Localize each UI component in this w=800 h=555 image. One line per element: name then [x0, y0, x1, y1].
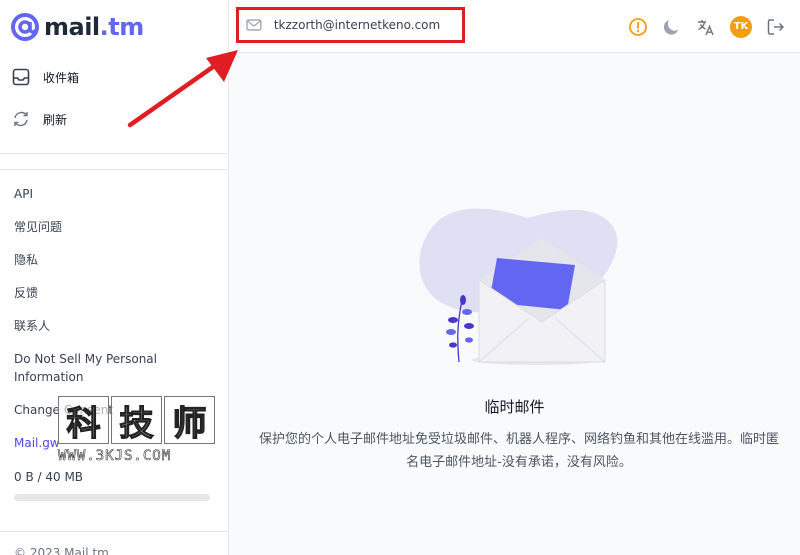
- logo[interactable]: mail.tm: [10, 10, 144, 44]
- sidebar-divider: [0, 153, 229, 154]
- logout-icon: [767, 18, 785, 35]
- empty-state-description: 保护您的个人电子邮件地址免受垃圾邮件、机器人程序、网络钓鱼和其他在线滥用。临时匿…: [259, 432, 780, 470]
- link-do-not-sell[interactable]: Do Not Sell My Personal Information: [14, 350, 214, 386]
- refresh-icon: [14, 111, 28, 127]
- alert-icon: [629, 17, 647, 36]
- link-mail-gw[interactable]: Mail.gw: [14, 434, 60, 452]
- link-api[interactable]: API: [14, 185, 33, 203]
- logout-button[interactable]: [766, 17, 786, 37]
- storage-progress-bar: [14, 494, 210, 501]
- watermark: 科 技 师 WWW.3KJS.COM: [58, 396, 218, 468]
- email-address-field[interactable]: [273, 18, 462, 32]
- sidebar-item-inbox[interactable]: 收件箱: [12, 66, 79, 88]
- logo-text: mail.tm: [44, 13, 144, 41]
- watermark-char: 技: [111, 396, 162, 444]
- link-privacy[interactable]: 隐私: [14, 251, 38, 269]
- main-content: 临时邮件 保护您的个人电子邮件地址免受垃圾邮件、机器人程序、网络钓鱼和其他在线滥…: [229, 53, 800, 555]
- copyright: © 2023 Mail.tm: [14, 546, 109, 555]
- at-sign-icon: [11, 13, 39, 41]
- alert-button[interactable]: [628, 17, 648, 37]
- moon-icon: [663, 19, 679, 35]
- storage-usage-text: 0 B / 40 MB: [14, 470, 84, 484]
- theme-toggle-button[interactable]: [662, 17, 682, 37]
- empty-state-title: 临时邮件: [484, 398, 545, 416]
- empty-inbox-illustration: [419, 208, 618, 365]
- watermark-char: 师: [164, 396, 215, 444]
- link-faq[interactable]: 常见问题: [14, 218, 62, 236]
- language-button[interactable]: [696, 17, 716, 37]
- mail-icon: [246, 19, 262, 31]
- email-address-box[interactable]: [236, 7, 465, 43]
- link-feedback[interactable]: 反馈: [14, 284, 38, 302]
- logo-tld: .tm: [99, 13, 145, 41]
- sidebar-item-inbox-label: 收件箱: [43, 70, 80, 85]
- header-actions: TK: [628, 0, 800, 53]
- sidebar-item-refresh[interactable]: 刷新: [12, 108, 67, 130]
- sidebar-divider: [0, 169, 229, 170]
- link-contact[interactable]: 联系人: [14, 317, 50, 335]
- watermark-url: WWW.3KJS.COM: [58, 448, 172, 465]
- inbox-icon: [12, 68, 30, 86]
- logo-name: mail: [44, 13, 100, 41]
- sidebar-item-refresh-label: 刷新: [43, 112, 68, 127]
- avatar[interactable]: TK: [730, 15, 752, 38]
- header: TK: [229, 0, 800, 53]
- sidebar-divider: [0, 531, 229, 532]
- translate-icon: [698, 19, 714, 35]
- watermark-char: 科: [58, 396, 109, 444]
- watermark-chars: 科 技 师: [58, 396, 218, 444]
- sidebar: mail.tm 收件箱 刷新 API 常见问题 隐私 反馈 联系人 Do Not…: [0, 0, 229, 555]
